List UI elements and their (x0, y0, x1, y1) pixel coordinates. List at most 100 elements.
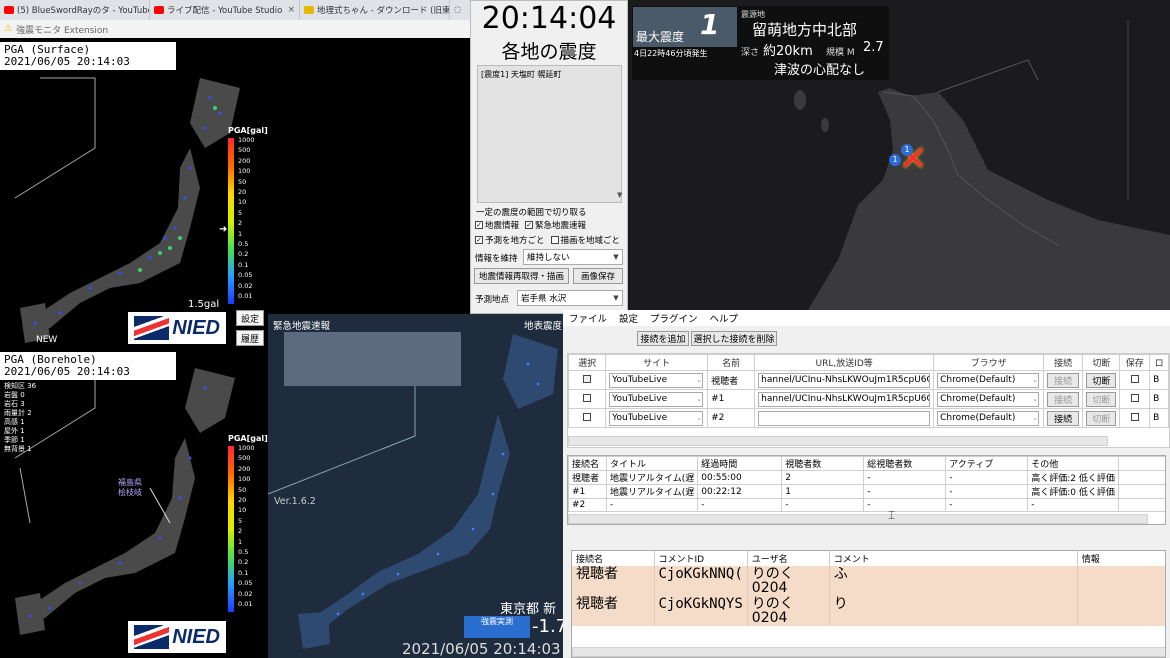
eew-timestamp: 2021/06/05 20:14:03 (402, 640, 561, 658)
delete-connection-button[interactable]: 選択した接続を削除 (691, 331, 777, 346)
connect-button[interactable]: 接続 (1047, 391, 1080, 407)
scale-tick-label: 2 (238, 219, 243, 228)
measured-bar (464, 628, 530, 638)
url-input[interactable] (758, 410, 931, 426)
checkbox-icon[interactable]: ✓ (475, 221, 483, 229)
shindo-list[interactable]: [震度1] 天塩町 幌延町 (477, 65, 622, 203)
browser-select[interactable]: Chrome(Default) ⌄ (937, 410, 1040, 426)
checkbox-draw-region[interactable]: 描画を地域ごと (550, 234, 620, 246)
save-image-button[interactable]: 画像保存 (573, 268, 623, 284)
table-row[interactable]: 視聴者 地震リアルタイム(遅 00:55:00 2- - 高く評価:2 低く評価 (568, 470, 1165, 485)
quake-time: 4日22時46分頃発生 (634, 49, 708, 58)
url-input[interactable]: hannel/UCInu-NhsLKWOuJm1R5cpU6Q (758, 391, 931, 407)
scale-tick-label: 1000 (238, 444, 255, 452)
table-row[interactable]: #1 地震リアルタイム(遅 00:22:12 1- - 高く評価:0 低く評価 (568, 484, 1165, 499)
browser-select[interactable]: Chrome(Default) ⌄ (937, 391, 1040, 407)
checkbox-icon[interactable]: ✓ (525, 221, 534, 229)
add-connection-button[interactable]: 接続を追加 (637, 331, 689, 346)
connections-grid: 選択 サイト 名前 URL,放送ID等 ブラウザ 接続 切断 保存 ロ YouT… (567, 353, 1170, 448)
station-stat: 季節 1 (4, 436, 25, 444)
menu-help[interactable]: ヘルプ (710, 311, 739, 325)
scale-tick-label: 200 (238, 156, 251, 165)
keep-info-select[interactable]: 維持しない ▼ (523, 249, 623, 265)
comment-row[interactable]: 視聴者 CjoKGkNQYS りのく 0204 り (572, 596, 1165, 626)
horizontal-scrollbar[interactable] (568, 514, 1148, 524)
connect-button[interactable]: 接続 (1047, 372, 1080, 388)
menu-plugins[interactable]: プラグイン (650, 311, 698, 325)
clock: 20:14:04 (481, 1, 617, 36)
chevron-down-icon: ⌄ (696, 395, 703, 403)
table-row: YouTubeLive ⌄ #1 hannel/UCInu-NhsLKWOuJm1… (568, 389, 1169, 409)
browser-tab[interactable]: 地理式ちゃん - ダウンロード (旧東京...× (300, 0, 450, 20)
chevron-down-icon[interactable]: ▼ (617, 191, 622, 199)
scale-tick-label: 20 (238, 188, 247, 197)
scale-tick-label: 0.1 (238, 568, 249, 577)
scale-tick-label: 0.1 (238, 260, 249, 269)
chevron-down-icon: ⌄ (1032, 376, 1039, 384)
select-checkbox[interactable] (583, 412, 592, 421)
predict-point-select[interactable]: 岩手県 水沢 ▼ (517, 290, 623, 306)
connect-button[interactable]: 接続 (1047, 410, 1080, 426)
eew-panel: 緊急地震速報 地表震度 Ver.1.6.2 東京都 新宿 強震実測 -1.7 2… (268, 314, 568, 658)
checkbox-quake-info[interactable]: ✓ 地震情報 (475, 219, 519, 231)
scale-tick-label: 100 (238, 475, 251, 484)
horizontal-scrollbar[interactable] (572, 647, 1165, 657)
select-checkbox[interactable] (583, 374, 592, 383)
scale-tick-label: 1000 (238, 136, 255, 144)
site-select[interactable]: YouTubeLive ⌄ (609, 391, 704, 407)
comment-viewer-app: ファイル 設定 プラグイン ヘルプ 接続を追加 選択した接続を削除 選択 サイト… (563, 310, 1170, 658)
station-stat: 岩盤 0 (4, 391, 25, 399)
save-checkbox[interactable] (1130, 374, 1139, 383)
save-checkbox[interactable] (1130, 393, 1139, 402)
horizontal-scrollbar[interactable] (568, 436, 1108, 446)
table-row[interactable]: #2- - - - - - (568, 498, 1165, 512)
browser-tab[interactable]: ライブ配信 - YouTube Studio × (150, 0, 300, 20)
chevron-down-icon: ⌄ (696, 414, 703, 422)
checkbox-icon[interactable]: ✓ (475, 236, 483, 244)
list-item[interactable]: [震度1] 天塩町 幌延町 (481, 69, 618, 80)
magnitude-label: 規模 M (826, 48, 855, 58)
site-select[interactable]: YouTubeLive ⌄ (609, 372, 704, 388)
scale-tick-label: 1 (238, 537, 243, 546)
scale-tick-label: 1 (238, 229, 243, 238)
scale-tick-label: 100 (238, 167, 251, 176)
disconnect-button[interactable]: 切断 (1086, 391, 1117, 407)
pga-borehole-label: PGA (Borehole) 2021/06/05 20:14:03 (0, 352, 176, 380)
browser-select[interactable]: Chrome(Default) ⌄ (937, 372, 1040, 388)
checkbox-icon[interactable] (550, 236, 559, 244)
menu-file[interactable]: ファイル (569, 311, 607, 325)
browser-tab[interactable]: (5) BlueSwordRayのタ - YouTube× (0, 0, 150, 20)
select-checkbox[interactable] (583, 393, 592, 402)
scale-tick-label: 5 (238, 208, 243, 217)
history-button[interactable]: 履歴 (236, 330, 264, 346)
magnitude-value: 2.7 (863, 40, 884, 55)
url-input[interactable]: hannel/UCInu-NhsLKWOuJm1R5cpU6Q (758, 372, 931, 388)
settings-button[interactable]: 設定 (236, 310, 264, 326)
checkbox-eew[interactable]: ✓ 緊急地震速報 (525, 219, 586, 231)
max-intensity-label: 最大震度 (636, 30, 685, 44)
nied-mark-icon (134, 625, 170, 649)
scale-tick-label: 0.05 (238, 579, 253, 588)
menu-settings[interactable]: 設定 (619, 311, 638, 325)
scale-tick-label: 0.2 (238, 558, 249, 567)
close-icon[interactable]: × (287, 5, 295, 15)
station-stat: 岩石 3 (4, 400, 25, 408)
conn-name[interactable]: #1 (707, 389, 756, 409)
site-select[interactable]: YouTubeLive ⌄ (609, 410, 704, 426)
scale-ticks: 1000 500 200 100 50 20 10 5 2 1 0.5 0.2 0.1 0.05 0.02 0… (238, 135, 255, 302)
checkbox-predict-region[interactable]: ✓ 予測を地方ごと (475, 234, 545, 246)
scale-tick-label: 0.05 (238, 271, 253, 280)
conn-name[interactable]: #2 (707, 408, 756, 428)
scale-tick-label: 500 (238, 146, 251, 155)
disconnect-button[interactable]: 切断 (1086, 372, 1117, 388)
comment-row[interactable]: 視聴者 CjoKGkNNQ( りのく 0204 ふ (572, 566, 1165, 596)
keep-info-label: 情報を維持 (475, 254, 518, 264)
conn-name[interactable]: 視聴者 (707, 370, 756, 390)
station-stat: 無背景 1 (4, 445, 32, 453)
max-gal-label: 1.5gal (188, 299, 220, 310)
save-checkbox[interactable] (1130, 412, 1139, 421)
station-stat: 屋外 1 (4, 427, 25, 435)
disconnect-button[interactable]: 切断 (1086, 410, 1117, 426)
reload-info-button[interactable]: 地震情報再取得・描画 (474, 268, 569, 284)
table-header: 接続名 タイトル 経過時間 視聴者数 総視聴者数 アクティブ その他 (568, 456, 1165, 471)
